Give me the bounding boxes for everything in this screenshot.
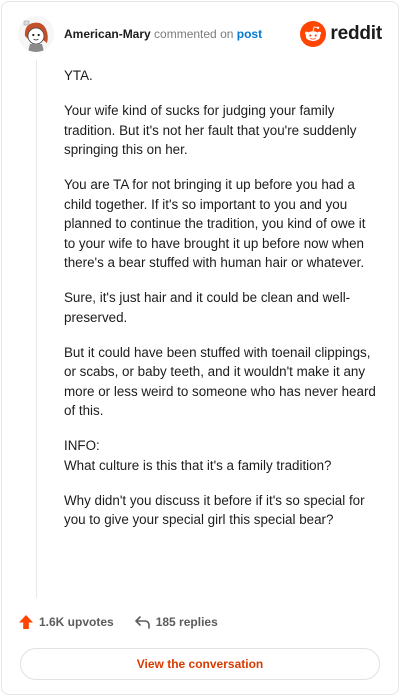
comment-paragraph: You are TA for not bringing it up before… xyxy=(64,177,366,270)
replies-stat[interactable]: 185 replies xyxy=(134,615,218,630)
action-text: commented on xyxy=(150,27,237,41)
username-link[interactable]: American-Mary xyxy=(64,27,151,41)
comment-paragraph: But it could have been stuffed with toen… xyxy=(64,344,376,419)
reddit-wordmark: reddit xyxy=(330,23,382,44)
reply-arrow-icon xyxy=(134,615,150,629)
thread-line xyxy=(36,60,37,598)
upvotes-count: 1.6K upvotes xyxy=(39,615,114,629)
comment-body: YTA. Your wife kind of sucks for judging… xyxy=(64,66,376,545)
snoo-avatar-icon[interactable] xyxy=(18,16,54,52)
comment-paragraph: Why didn't you discuss it before if it's… xyxy=(64,492,365,528)
reddit-brand[interactable]: reddit xyxy=(300,21,382,47)
comment-footer: 1.6K upvotes 185 replies xyxy=(18,614,218,630)
comment-header: American-Mary commented on post reddit xyxy=(18,16,382,52)
comment-byline: American-Mary commented on post xyxy=(64,26,262,42)
comment-paragraph: YTA. xyxy=(64,68,93,83)
info-question: What culture is this that it's a family … xyxy=(64,457,332,473)
info-label: INFO: xyxy=(64,438,100,453)
reddit-logo-icon xyxy=(300,21,327,47)
upvote-arrow-icon xyxy=(19,615,33,629)
post-link[interactable]: post xyxy=(237,27,262,41)
upvotes-stat[interactable]: 1.6K upvotes xyxy=(18,614,114,630)
comment-paragraph: Sure, it's just hair and it could be cle… xyxy=(64,290,351,325)
replies-count: 185 replies xyxy=(155,615,218,629)
comment-paragraph: Your wife kind of sucks for judging your… xyxy=(64,103,357,157)
comment-paragraph-info: INFO: What culture is this that it's a fa… xyxy=(64,436,376,475)
comment-card: American-Mary commented on post reddit Y… xyxy=(1,1,399,695)
view-conversation-button[interactable]: View the conversation xyxy=(20,648,380,680)
